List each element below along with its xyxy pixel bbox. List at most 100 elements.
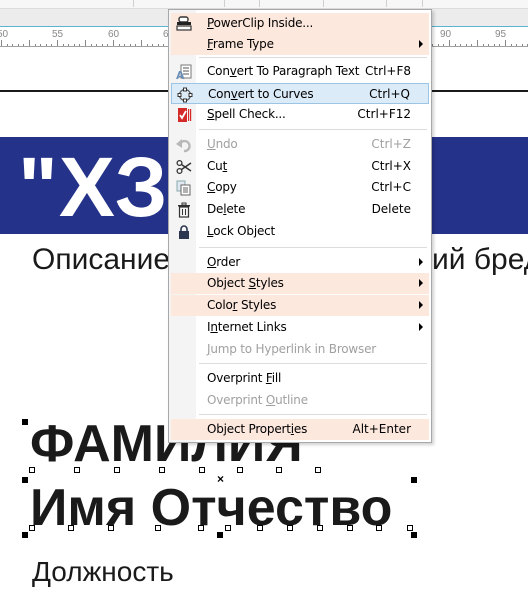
menu-item-shortcut: Ctrl+Q: [369, 87, 410, 101]
menu-item-copy[interactable]: Copy Ctrl+C: [171, 177, 429, 198]
ruler-tick: [471, 44, 472, 46]
menu-item-lock-object[interactable]: Lock Object: [171, 221, 429, 242]
text-node-handle[interactable]: [276, 467, 282, 473]
ruler-tick: [91, 44, 92, 46]
text-node-handle[interactable]: [347, 525, 353, 531]
menu-item-jump-to-hyperlink: Jump to Hyperlink in Browser: [171, 339, 429, 360]
menu-item-overprint-fill[interactable]: Overprint Fill: [171, 368, 429, 389]
text-node-handle[interactable]: [257, 525, 263, 531]
text-node-handle[interactable]: [237, 467, 243, 473]
menu-item-label: Convert to Curves: [208, 87, 314, 101]
ruler-tick: [438, 44, 439, 46]
ruler-tick: [522, 44, 523, 46]
text-node-handle[interactable]: [407, 525, 413, 531]
selection-handle[interactable]: [411, 477, 417, 483]
menu-item-internet-links[interactable]: Internet Links: [171, 317, 429, 338]
selection-handle[interactable]: [22, 477, 28, 483]
ruler-tick: [74, 44, 75, 46]
menu-item-convert-to-curves[interactable]: Convert to Curves Ctrl+Q: [171, 83, 429, 104]
selection-handle[interactable]: [22, 419, 28, 425]
menu-item-object-properties[interactable]: Object Properties Alt+Enter: [171, 419, 429, 440]
ruler-tick: [96, 44, 97, 46]
text-node-handle[interactable]: [29, 525, 35, 531]
menu-item-delete[interactable]: Delete Delete: [171, 199, 429, 220]
menu-item-label: Overprint Fill: [207, 371, 282, 385]
ruler-tick: [443, 44, 444, 46]
ruler-tick: [23, 44, 24, 46]
ruler-tick: [488, 44, 489, 46]
menu-item-convert-to-paragraph-text[interactable]: A Convert To Paragraph Text Ctrl+F8: [171, 61, 429, 82]
text-node-handle[interactable]: [155, 525, 161, 531]
menu-item-label: PowerClip Inside...: [207, 16, 314, 30]
menu-item-cut[interactable]: Cut Ctrl+X: [171, 156, 429, 177]
ruler-tick: [29, 40, 30, 46]
menu-item-powerclip-inside[interactable]: PowerClip Inside...: [171, 13, 429, 34]
text-node-handle[interactable]: [159, 467, 165, 473]
menu-item-label: Convert To Paragraph Text: [207, 64, 360, 78]
text-node-handle[interactable]: [317, 525, 323, 531]
menu-item-spell-check[interactable]: Spell Check... Ctrl+F12: [171, 104, 429, 125]
trash-icon: [175, 201, 193, 218]
text-node-handle[interactable]: [287, 525, 293, 531]
menu-item-label: Undo: [207, 137, 238, 151]
ruler-tick: [432, 44, 433, 46]
menu-item-frame-type[interactable]: Frame Type: [171, 34, 429, 55]
text-node-handle[interactable]: [199, 467, 205, 473]
banner-title-text: "ХЗ: [18, 140, 169, 234]
menu-item-label: Copy: [207, 180, 237, 194]
menu-item-label: Cut: [207, 159, 228, 173]
menu-item-label: Order: [207, 255, 241, 269]
menu-item-overprint-outline: Overprint Outline: [171, 390, 429, 411]
text-node-handle[interactable]: [198, 525, 204, 531]
text-node-handle[interactable]: [74, 467, 80, 473]
toolbar-separator: [259, 0, 260, 7]
name-text[interactable]: Имя Отчество: [30, 478, 392, 538]
menu-item-object-styles[interactable]: Object Styles: [171, 273, 429, 294]
text-node-handle[interactable]: [376, 525, 382, 531]
menu-item-undo: Undo Ctrl+Z: [171, 134, 429, 155]
menu-item-order[interactable]: Order: [171, 252, 429, 273]
menu-item-color-styles[interactable]: Color Styles: [171, 295, 429, 316]
selection-handle[interactable]: [411, 532, 417, 538]
selection-handle[interactable]: [22, 532, 28, 538]
text-node-handle[interactable]: [225, 525, 231, 531]
menu-separator: [199, 247, 427, 248]
menu-item-shortcut: Ctrl+X: [371, 159, 411, 173]
ruler-tick: [455, 44, 456, 46]
rotation-center-marker[interactable]: ×: [217, 473, 224, 485]
toolbar-separator: [323, 0, 324, 7]
position-text[interactable]: Должность: [32, 556, 174, 588]
toolbar-separator: [133, 0, 134, 7]
ruler-tick: [1, 40, 2, 46]
menu-item-shortcut: Alt+Enter: [352, 422, 411, 436]
description-text-tail[interactable]: ий бред: [432, 243, 528, 277]
text-node-handle[interactable]: [68, 525, 74, 531]
context-menu: PowerClip Inside... Frame Type A Convert To…: [168, 9, 432, 443]
text-node-handle[interactable]: [108, 525, 114, 531]
menu-item-shortcut: Ctrl+C: [371, 180, 411, 194]
ruler-tick: [499, 44, 500, 46]
menu-item-label: Object Properties: [207, 422, 308, 436]
ruler-tick: [57, 40, 58, 46]
text-node-handle[interactable]: [114, 467, 120, 473]
undo-icon: [175, 136, 193, 153]
ruler-tick: [449, 40, 450, 46]
menu-item-label: Overprint Outline: [207, 393, 308, 407]
toolbar-separator: [386, 0, 387, 7]
description-text[interactable]: Описание: [32, 243, 170, 277]
text-node-handle[interactable]: [315, 467, 321, 473]
text-node-handle[interactable]: [29, 467, 35, 473]
selection-handle[interactable]: [217, 532, 223, 538]
menu-item-label: Internet Links: [207, 320, 287, 334]
scissors-icon: [175, 158, 193, 175]
menu-item-label: Delete: [207, 202, 246, 216]
submenu-arrow-icon: [419, 40, 423, 48]
menu-separator: [199, 129, 427, 130]
menu-separator: [199, 57, 427, 58]
submenu-arrow-icon: [419, 279, 423, 287]
ruler-tick: [46, 44, 47, 46]
menu-item-label: Jump to Hyperlink in Browser: [207, 342, 377, 356]
menu-item-shortcut: Ctrl+Z: [371, 137, 411, 151]
toolbar-separator: [224, 0, 225, 7]
ruler-label: 60: [108, 29, 120, 40]
